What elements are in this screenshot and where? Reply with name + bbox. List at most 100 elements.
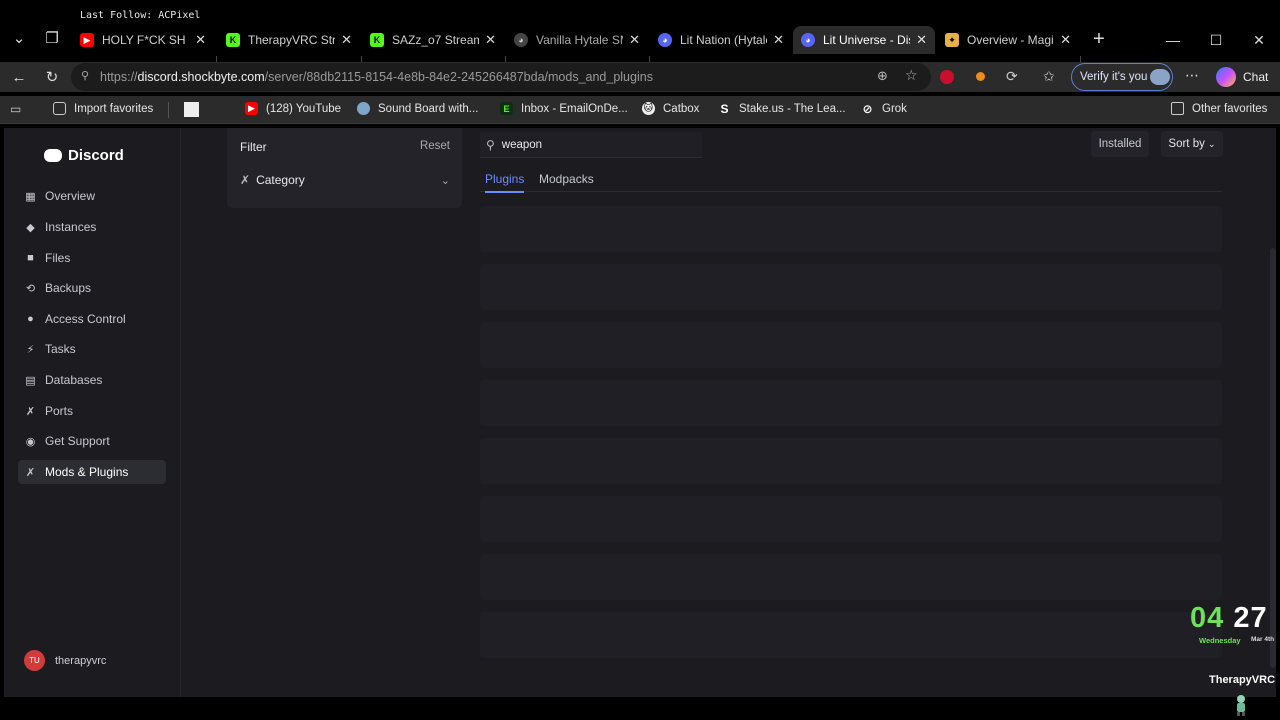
browser-tab-5[interactable]: ◕ Lit Nation (Hytale ✕ — [650, 26, 792, 54]
loading-placeholder-row — [480, 612, 1222, 658]
copilot-icon[interactable] — [1216, 67, 1236, 87]
close-icon[interactable]: ✕ — [195, 32, 206, 48]
chevron-down-icon: ⌄ — [1208, 139, 1216, 149]
kick-icon: K — [370, 33, 384, 47]
sidebar-toggle-icon[interactable]: ▭ — [10, 102, 21, 116]
sidebar-item-tasks[interactable]: ⚡ Tasks — [18, 337, 166, 361]
bookmarks-bar: ▭ Import favorites ▶ (128) YouTube Sound … — [0, 96, 1280, 124]
browser-tab-4[interactable]: ◕ Vanilla Hytale SMP ✕ — [506, 26, 648, 54]
sidebar-item-files[interactable]: ■ Files — [18, 246, 166, 270]
youtube-icon: ▶ — [80, 33, 94, 47]
bookmark-inbox[interactable]: E Inbox - EmailOnDe... — [500, 102, 628, 115]
filter-title: Filter — [240, 140, 267, 154]
sidebar-item-mods-plugins[interactable]: ✗ Mods & Plugins — [18, 460, 166, 484]
mascot-icon — [1237, 695, 1245, 716]
sidebar-item-get-support[interactable]: ◉ Get Support — [18, 429, 166, 453]
close-icon[interactable]: ✕ — [485, 32, 496, 48]
close-icon[interactable]: ✕ — [916, 32, 927, 48]
sidebar-item-access-control[interactable]: ● Access Control — [18, 307, 166, 331]
browser-toolbar: ← ↻ ⚲ https://discord.shockbyte.com/serv… — [0, 62, 1280, 92]
magic-icon: ✦ — [945, 33, 959, 47]
browser-tab-1[interactable]: ▶ HOLY F*CK SH ✕ — [72, 26, 214, 54]
sort-by-dropdown[interactable]: Sort by ⌄ — [1161, 131, 1223, 157]
favorite-star-icon[interactable]: ☆ — [905, 67, 918, 84]
bookmark-divider — [168, 102, 169, 118]
reset-button[interactable]: Reset — [420, 140, 450, 152]
close-icon[interactable]: ✕ — [341, 32, 352, 48]
bookmark-grok[interactable]: ⊘ Grok — [861, 102, 906, 116]
stream-channel-name: TherapyVRC — [1209, 674, 1276, 686]
grid-icon: ▦ — [25, 190, 36, 203]
verify-profile-button[interactable]: Verify it's you — [1071, 63, 1173, 91]
minimize-icon[interactable]: — — [1162, 30, 1184, 50]
sidebar-item-ports[interactable]: ✗ Ports — [18, 399, 166, 423]
extension-icon[interactable] — [940, 70, 954, 84]
sidebar: Discord ▦ Overview ◆ Instances ■ Files ⟲ Bac… — [4, 128, 181, 697]
favorites-icon[interactable]: ✩ — [1043, 68, 1055, 85]
search-input[interactable]: ⚲ weapon — [480, 132, 702, 158]
stream-last-follow: Last Follow: ACPixel — [80, 10, 201, 21]
bookmark-soundboard[interactable]: Sound Board with... — [357, 102, 478, 115]
zoom-icon[interactable]: ⊕ — [877, 68, 888, 84]
tab-list-dropdown-icon[interactable]: ⌄ — [7, 27, 31, 51]
clock-date: Mar 4th — [1251, 636, 1275, 643]
youtube-icon: ▶ — [245, 102, 258, 115]
sidebar-item-backups[interactable]: ⟲ Backups — [18, 276, 166, 300]
site-info-icon[interactable]: ⚲ — [81, 69, 89, 82]
back-icon[interactable]: ← — [7, 66, 31, 90]
browser-tab-strip: ⌄ ❐ ▶ HOLY F*CK SH ✕ K TherapyVRC Strea … — [0, 24, 1280, 70]
bookmark-import-favorites[interactable]: Import favorites — [53, 102, 153, 115]
address-bar[interactable]: ⚲ https://discord.shockbyte.com/server/8… — [71, 63, 931, 91]
chat-button[interactable]: Chat — [1243, 70, 1268, 84]
close-window-icon[interactable]: ✕ — [1248, 30, 1270, 50]
discord-logo[interactable]: Discord — [44, 147, 124, 164]
bookmark-youtube[interactable]: ▶ (128) YouTube — [245, 102, 341, 115]
sidebar-item-databases[interactable]: ▤ Databases — [18, 368, 166, 392]
loading-placeholder-row — [480, 554, 1222, 600]
kick-icon: K — [226, 33, 240, 47]
folder-icon — [1171, 102, 1184, 115]
new-tab-icon[interactable]: + — [1087, 27, 1111, 51]
url-text[interactable]: https://discord.shockbyte.com/server/88d… — [100, 70, 653, 84]
reload-icon[interactable]: ↻ — [40, 66, 64, 90]
web-page: Discord ▦ Overview ◆ Instances ■ Files ⟲ Bac… — [4, 128, 1276, 697]
tab-modpacks[interactable]: Modpacks — [539, 172, 594, 186]
more-options-icon[interactable]: ⋯ — [1185, 67, 1199, 84]
loading-placeholder-row — [480, 438, 1222, 484]
chevron-down-icon: ⌄ — [440, 174, 450, 187]
other-favorites-folder[interactable]: Other favorites — [1171, 102, 1267, 115]
workspaces-icon[interactable]: ❐ — [40, 27, 64, 51]
installed-filter-button[interactable]: Installed — [1091, 131, 1149, 157]
browser-tab-3[interactable]: K SAZz_o7 Stream - ✕ — [362, 26, 504, 54]
wrench-icon: ✗ — [25, 466, 36, 479]
stake-icon: S — [720, 101, 729, 116]
close-icon[interactable]: ✕ — [1060, 32, 1071, 48]
browser-tab-2[interactable]: K TherapyVRC Strea ✕ — [218, 26, 360, 54]
discord-icon: ◕ — [658, 33, 672, 47]
category-dropdown[interactable]: ✗ Category ⌄ — [240, 173, 450, 187]
browser-tab-7[interactable]: ✦ Overview - Magica ✕ — [937, 26, 1079, 54]
user-profile[interactable]: TU therapyvrc — [24, 650, 106, 671]
email-icon: E — [500, 102, 513, 115]
extensions-icon[interactable]: ⟳ — [1006, 68, 1018, 85]
blank-bookmark-icon[interactable] — [184, 102, 199, 117]
sidebar-item-instances[interactable]: ◆ Instances — [18, 215, 166, 239]
bookmark-catbox[interactable]: 🐱 Catbox — [642, 102, 699, 115]
bookmark-stake[interactable]: S Stake.us - The Lea... — [718, 101, 845, 116]
tab-plugins[interactable]: Plugins — [485, 172, 525, 193]
browser-tab-6-active[interactable]: ◕ Lit Universe - Disc ✕ — [793, 26, 935, 54]
close-icon[interactable]: ✕ — [629, 32, 640, 48]
clock-day: Wednesday — [1199, 636, 1241, 645]
maximize-icon[interactable]: ☐ — [1205, 30, 1227, 50]
discord-logo-icon — [44, 149, 62, 162]
clock-minutes: 27 — [1233, 602, 1268, 634]
loading-placeholder-row — [480, 206, 1222, 252]
loading-placeholder-row — [480, 380, 1222, 426]
sidebar-item-overview[interactable]: ▦ Overview — [18, 184, 166, 208]
loading-placeholder-row — [480, 322, 1222, 368]
refresh-icon: ⟲ — [25, 282, 36, 295]
chat-icon: ◉ — [25, 435, 36, 448]
extension-icon[interactable] — [976, 72, 985, 81]
folder-icon: ■ — [27, 252, 34, 264]
close-icon[interactable]: ✕ — [773, 32, 784, 48]
